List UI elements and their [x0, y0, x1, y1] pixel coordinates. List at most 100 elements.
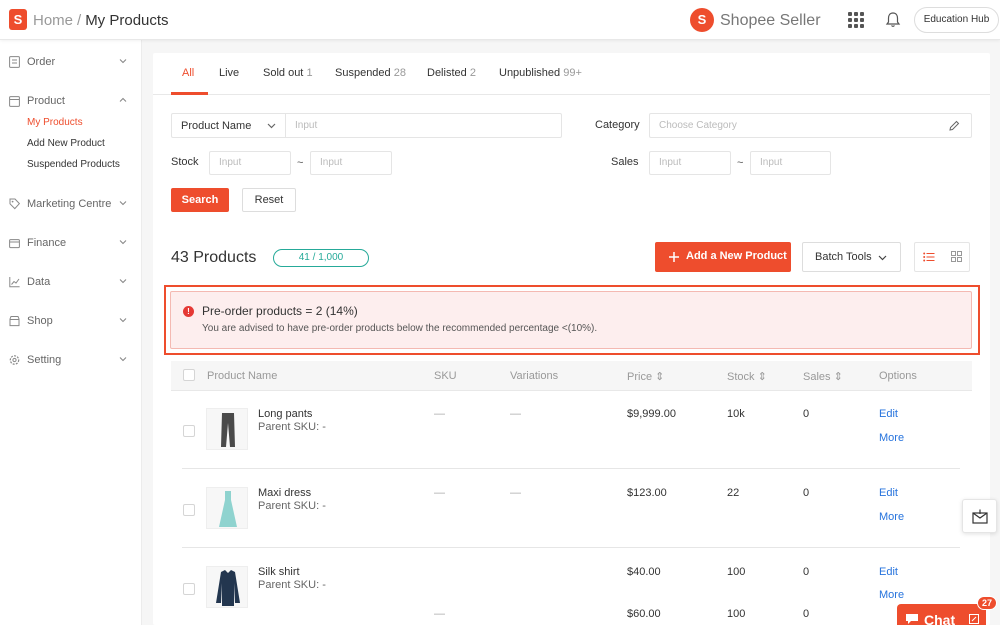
sidebar-group-product[interactable]: Product My Products Add New Product Susp… [0, 92, 142, 175]
shopee-seller-title: Shopee Seller [720, 12, 821, 29]
row-checkbox[interactable] [183, 425, 195, 437]
tab-all[interactable]: All [182, 67, 194, 79]
more-link[interactable]: More [879, 589, 904, 601]
reset-button[interactable]: Reset [242, 188, 296, 212]
parent-sku: Parent SKU: - [258, 500, 326, 512]
sidebar-item-label: Setting [27, 354, 62, 366]
select-all-checkbox[interactable] [183, 369, 195, 381]
table-row: Long pants Parent SKU: - — — $9,999.00 1… [171, 391, 972, 470]
variant-stock-value: 100 [727, 608, 746, 620]
variations-value: — [510, 487, 521, 499]
chat-button[interactable]: Chat [897, 604, 986, 625]
tab-unpublished[interactable]: Unpublished 99+ [499, 67, 582, 79]
column-header-stock[interactable]: Stock ⇕ [727, 370, 767, 383]
stock-label: Stock [171, 156, 199, 168]
alert-description: You are advised to have pre-order produc… [202, 323, 598, 334]
stock-min-input[interactable]: Input [209, 151, 291, 175]
column-header-sales[interactable]: Sales ⇕ [803, 370, 843, 383]
stock-value: 100 [727, 566, 746, 578]
search-type-select[interactable]: Product Name [172, 114, 286, 137]
product-thumbnail[interactable] [206, 487, 248, 529]
more-link[interactable]: More [879, 511, 904, 523]
search-type-value: Product Name [181, 120, 252, 132]
sidebar-item-suspended-products[interactable]: Suspended Products [0, 154, 142, 175]
sidebar-item-add-new-product[interactable]: Add New Product [0, 133, 142, 154]
top-navigation-bar: S Home / My Products S Shopee Seller Educa… [0, 0, 1000, 40]
sidebar-item-my-products[interactable]: My Products [0, 112, 142, 133]
breadcrumb-separator: / [77, 12, 82, 29]
grid-view-button[interactable] [943, 243, 971, 271]
sidebar-item-label: Finance [27, 237, 67, 249]
search-button[interactable]: Search [171, 188, 229, 212]
sales-value: 0 [803, 408, 810, 420]
sidebar-item-label: Shop [27, 315, 53, 327]
more-link[interactable]: More [879, 432, 904, 444]
edit-link[interactable]: Edit [879, 408, 898, 420]
product-thumbnail[interactable] [206, 566, 248, 608]
tag-icon [9, 198, 20, 210]
variations-value: — [510, 408, 521, 420]
chart-icon [9, 277, 20, 288]
stock-min-placeholder: Input [219, 157, 242, 168]
tab-label: All [182, 67, 195, 79]
list-view-button[interactable] [915, 243, 943, 271]
sales-min-input[interactable]: Input [649, 151, 731, 175]
tab-delisted[interactable]: Delisted 2 [427, 67, 476, 79]
product-search-field: Product Name Input [171, 113, 562, 138]
column-header-product-name: Product Name [207, 370, 278, 382]
grid-view-icon [951, 251, 962, 262]
sidebar-group-shop[interactable]: Shop [0, 312, 142, 332]
batch-tools-label: Batch Tools [815, 251, 872, 263]
edit-pencil-icon [949, 120, 960, 131]
table-row: Silk shirt Parent SKU: - $40.00 100 0 Ed… [171, 549, 972, 625]
edit-link[interactable]: Edit [879, 487, 898, 499]
breadcrumb-home-link[interactable]: Home [33, 12, 73, 29]
row-checkbox[interactable] [183, 504, 195, 516]
column-header-price[interactable]: Price ⇕ [627, 370, 664, 383]
sidebar-group-data[interactable]: Data [0, 273, 142, 293]
tab-label: Live [219, 67, 240, 79]
chat-bubble-icon [906, 614, 918, 624]
edit-link[interactable]: Edit [879, 566, 898, 578]
batch-tools-dropdown[interactable]: Batch Tools [802, 242, 901, 272]
chevron-down-icon [119, 201, 127, 206]
shopee-logo-icon[interactable]: S [9, 9, 27, 30]
category-select[interactable]: Choose Category [649, 113, 972, 138]
product-name[interactable]: Maxi dress [258, 487, 311, 499]
education-hub-button[interactable]: Education Hub [914, 7, 999, 33]
chat-unread-badge: 27 [977, 596, 997, 610]
sidebar-group-marketing-centre[interactable]: Marketing Centre [0, 195, 142, 215]
tab-count: 1 [306, 67, 313, 79]
message-center-button[interactable] [962, 499, 997, 533]
warning-exclamation-icon: ! [183, 306, 194, 317]
sku-value: — [434, 408, 445, 420]
breadcrumb: Home / My Products [33, 12, 169, 29]
stock-value: 10k [727, 408, 745, 420]
table-row: Maxi dress Parent SKU: - — — $123.00 22 … [171, 470, 972, 549]
tab-label: Delisted [427, 67, 467, 79]
sidebar-group-finance[interactable]: Finance [0, 234, 142, 254]
stock-max-placeholder: Input [320, 157, 343, 168]
apps-grid-icon[interactable] [848, 12, 864, 28]
sidebar-group-order[interactable]: Order [0, 53, 142, 73]
stock-max-input[interactable]: Input [310, 151, 392, 175]
chevron-down-icon [119, 318, 127, 323]
sales-label: Sales [611, 156, 639, 168]
chevron-down-icon [267, 123, 276, 129]
tab-suspended[interactable]: Suspended 28 [335, 67, 406, 79]
row-divider [182, 468, 960, 469]
add-new-product-button[interactable]: Add a New Product [655, 242, 791, 272]
sales-max-input[interactable]: Input [750, 151, 831, 175]
price-value: $40.00 [627, 566, 661, 578]
price-value: $123.00 [627, 487, 667, 499]
row-checkbox[interactable] [183, 583, 195, 595]
product-name[interactable]: Silk shirt [258, 566, 300, 578]
product-thumbnail[interactable] [206, 408, 248, 450]
product-name[interactable]: Long pants [258, 408, 312, 420]
search-input[interactable]: Input [286, 114, 561, 137]
sidebar-group-setting[interactable]: Setting [0, 351, 142, 371]
tab-sold-out[interactable]: Sold out 1 [263, 67, 313, 79]
tab-live[interactable]: Live [219, 67, 239, 79]
notification-bell-icon[interactable] [884, 11, 902, 29]
column-header-label: Sales [803, 371, 831, 383]
